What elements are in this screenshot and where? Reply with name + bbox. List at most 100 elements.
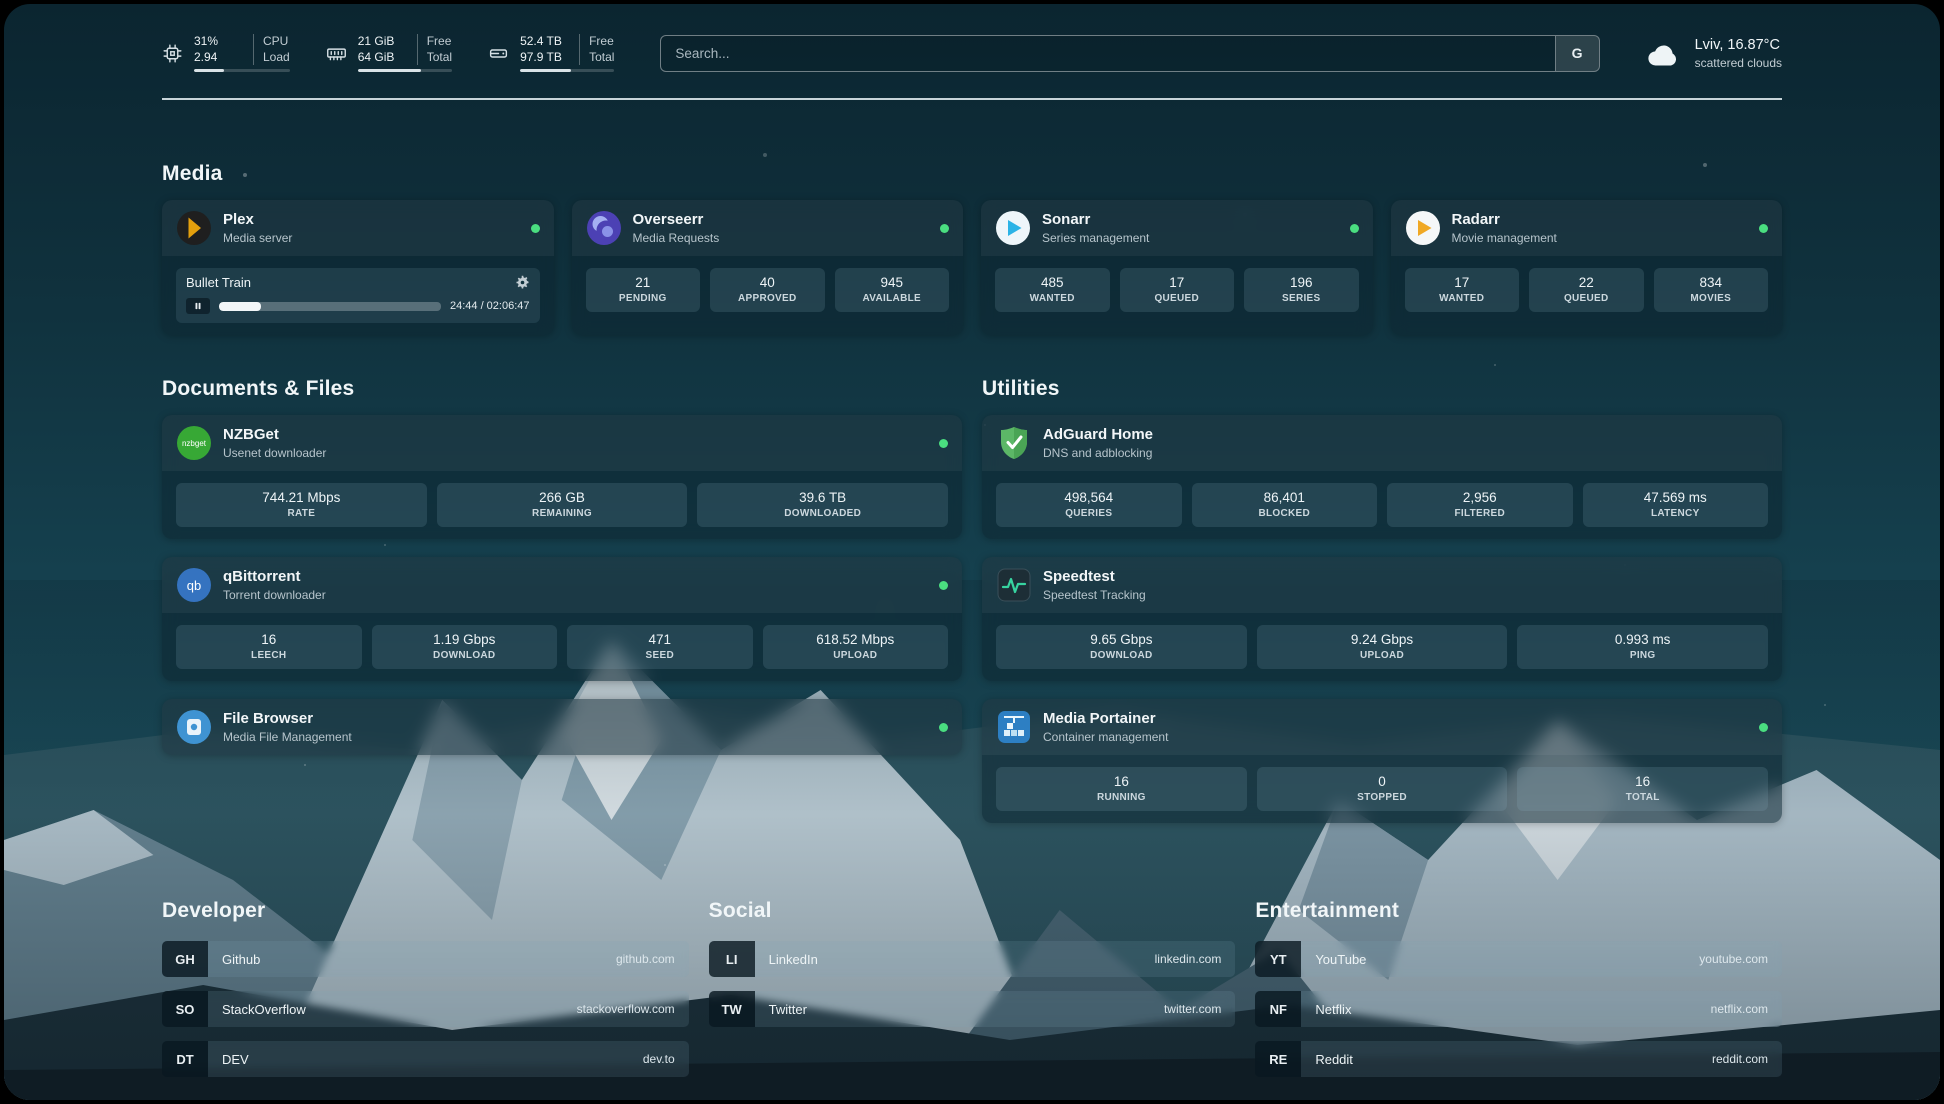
service-card-speedtest[interactable]: Speedtest Speedtest Tracking 9.65 Gbps D… [982, 557, 1782, 681]
status-dot [1759, 723, 1768, 732]
bookmark-url: reddit.com [1712, 1052, 1768, 1066]
bookmark-url: linkedin.com [1155, 952, 1222, 966]
disk-free-value: 52.4 TB [520, 34, 570, 50]
documents-column: Documents & Files nzbget NZBGet Usenet d… [162, 377, 962, 841]
stat-value: 17 [1409, 275, 1516, 290]
disk-icon [488, 43, 509, 64]
top-bar: 31% CPU 2.94 Load [162, 34, 1782, 72]
stat-blocked: 86,401 BLOCKED [1192, 483, 1378, 527]
bookmark-abbr: LI [709, 941, 755, 977]
stat-series: 196 SERIES [1244, 268, 1359, 312]
stat-value: 21 [590, 275, 697, 290]
bookmarks-grid: Developer GH Github github.com SO StackO… [162, 899, 1782, 1091]
svg-text:qb: qb [187, 578, 201, 593]
service-description: Series management [1042, 231, 1149, 245]
stat-label: STOPPED [1261, 792, 1504, 803]
settings-gear-icon[interactable] [515, 275, 530, 290]
bookmark-youtube[interactable]: YT YouTube youtube.com [1255, 941, 1782, 977]
service-name: Overseerr [633, 211, 720, 228]
section-title-media: Media [162, 162, 1782, 186]
bookmark-abbr: GH [162, 941, 208, 977]
service-card-portainer[interactable]: Media Portainer Container management 16 … [982, 699, 1782, 823]
bookmark-dev[interactable]: DT DEV dev.to [162, 1041, 689, 1077]
bookmark-url: netflix.com [1711, 1002, 1768, 1016]
header-divider [162, 98, 1782, 100]
service-card-adguard[interactable]: AdGuard Home DNS and adblocking 498,564 … [982, 415, 1782, 539]
qbittorrent-icon: qb [176, 567, 212, 603]
disk-total-value: 97.9 TB [520, 50, 570, 66]
service-description: Media Requests [633, 231, 720, 245]
bookmark-abbr: DT [162, 1041, 208, 1077]
bookmark-url: stackoverflow.com [577, 1002, 675, 1016]
now-playing-title: Bullet Train [186, 275, 251, 290]
service-card-sonarr[interactable]: Sonarr Series management 485 WANTED 17 Q… [981, 200, 1373, 335]
search-input[interactable] [661, 36, 1554, 71]
search-engine-button[interactable]: G [1555, 36, 1599, 71]
section-title-entertainment: Entertainment [1255, 899, 1782, 923]
cpu-icon [162, 43, 183, 64]
section-title-developer: Developer [162, 899, 689, 923]
stat-available: 945 AVAILABLE [835, 268, 950, 312]
cloud-icon [1646, 40, 1682, 67]
svg-text:nzbget: nzbget [182, 439, 207, 448]
stat-value: 498,564 [1000, 490, 1178, 505]
sonarr-icon [995, 210, 1031, 246]
stat-value: 2,956 [1391, 490, 1569, 505]
bookmark-name: Netflix [1315, 1002, 1351, 1017]
service-card-filebrowser[interactable]: File Browser Media File Management [162, 699, 962, 755]
stat-movies: 834 MOVIES [1654, 268, 1769, 312]
service-card-qbittorrent[interactable]: qb qBittorrent Torrent downloader 16 LEE… [162, 557, 962, 681]
status-dot [939, 439, 948, 448]
stat-label: UPLOAD [767, 650, 945, 661]
system-resources: 31% CPU 2.94 Load [162, 34, 614, 72]
stat-value: 16 [1000, 774, 1243, 789]
status-dot [1759, 224, 1768, 233]
status-dot [939, 723, 948, 732]
bookmark-name: YouTube [1315, 952, 1366, 967]
stat-value: 744.21 Mbps [180, 490, 423, 505]
stat-value: 485 [999, 275, 1106, 290]
service-card-radarr[interactable]: Radarr Movie management 17 WANTED 22 QUE… [1391, 200, 1783, 335]
cpu-load-label: Load [253, 50, 290, 66]
service-name: Media Portainer [1043, 710, 1168, 727]
cpu-progress-fill [194, 69, 224, 72]
stat-label: LEECH [180, 650, 358, 661]
bookmark-stackoverflow[interactable]: SO StackOverflow stackoverflow.com [162, 991, 689, 1027]
service-card-overseerr[interactable]: Overseerr Media Requests 21 PENDING 40 A… [572, 200, 964, 335]
bookmark-twitter[interactable]: TW Twitter twitter.com [709, 991, 1236, 1027]
cpu-load-value: 2.94 [194, 50, 244, 66]
stat-value: 471 [571, 632, 749, 647]
service-name: NZBGet [223, 426, 326, 443]
bookmark-name: LinkedIn [769, 952, 818, 967]
pause-icon[interactable] [186, 298, 210, 314]
bookmark-netflix[interactable]: NF Netflix netflix.com [1255, 991, 1782, 1027]
service-description: Container management [1043, 730, 1168, 744]
bookmark-name: Twitter [769, 1002, 807, 1017]
stat-remaining: 266 GB REMAINING [437, 483, 688, 527]
stat-value: 22 [1533, 275, 1640, 290]
service-card-plex[interactable]: Plex Media server Bullet Train [162, 200, 554, 335]
bookmark-name: Reddit [1315, 1052, 1353, 1067]
bookmark-linkedin[interactable]: LI LinkedIn linkedin.com [709, 941, 1236, 977]
bookmark-reddit[interactable]: RE Reddit reddit.com [1255, 1041, 1782, 1077]
disk-total-label: Total [579, 50, 614, 66]
stat-downloaded: 39.6 TB DOWNLOADED [697, 483, 948, 527]
service-description: Media server [223, 231, 292, 245]
ram-free-value: 21 GiB [358, 34, 408, 50]
stat-label: MOVIES [1658, 293, 1765, 304]
stat-label: FILTERED [1391, 508, 1569, 519]
stat-label: RUNNING [1000, 792, 1243, 803]
status-dot [939, 581, 948, 590]
portainer-icon [996, 709, 1032, 745]
stat-value: 47.569 ms [1587, 490, 1765, 505]
stat-stopped: 0 STOPPED [1257, 767, 1508, 811]
stat-value: 834 [1658, 275, 1765, 290]
section-title-social: Social [709, 899, 1236, 923]
ram-progress-bar [358, 69, 452, 72]
status-dot [940, 224, 949, 233]
service-card-nzbget[interactable]: nzbget NZBGet Usenet downloader 744.21 M… [162, 415, 962, 539]
playback-progress-bar[interactable] [219, 302, 441, 311]
stat-label: LATENCY [1587, 508, 1765, 519]
stat-label: REMAINING [441, 508, 684, 519]
bookmark-github[interactable]: GH Github github.com [162, 941, 689, 977]
